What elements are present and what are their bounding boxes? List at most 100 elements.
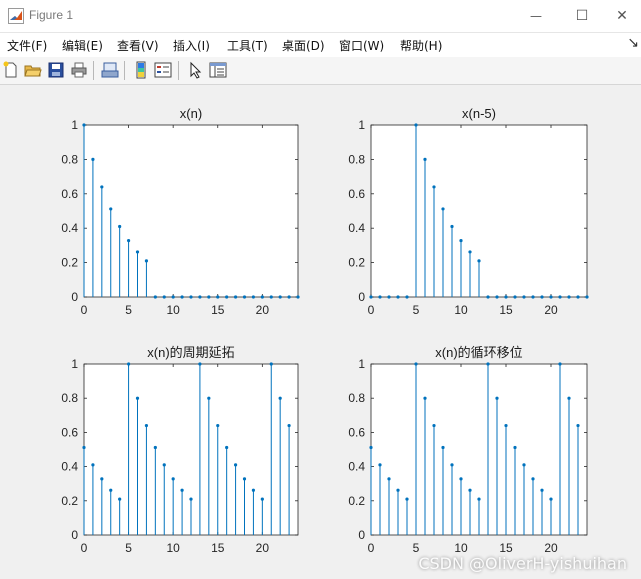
axes-4[interactable]: x(n)的循环移位 0 5 10 15 20 0 0.2 0.4 0.6 0.8 1 xyxy=(348,345,588,555)
stem-marker xyxy=(296,295,300,299)
stem-marker xyxy=(198,295,202,299)
menu-insert[interactable]: 插入(I) xyxy=(173,37,210,54)
stem-marker xyxy=(278,295,282,299)
x-tick-label: 10 xyxy=(166,303,180,317)
pointer-icon[interactable] xyxy=(187,61,205,79)
stem-marker xyxy=(504,423,508,428)
stem-marker xyxy=(423,157,427,161)
stem-marker xyxy=(287,295,291,299)
stem-marker xyxy=(477,259,481,263)
stem-marker xyxy=(135,396,140,400)
stem-marker xyxy=(260,497,264,501)
stem-marker xyxy=(513,295,517,299)
menu-edit[interactable]: 编辑(E) xyxy=(62,37,103,54)
stem-marker xyxy=(540,488,544,492)
stem-marker xyxy=(251,295,256,299)
menu-help[interactable]: 帮助(H) xyxy=(400,37,442,54)
stem-marker xyxy=(414,362,418,366)
stem-marker xyxy=(495,396,499,400)
stem-marker xyxy=(405,295,409,299)
stem-marker xyxy=(459,477,463,481)
stem-marker xyxy=(216,423,220,428)
legend-icon[interactable] xyxy=(154,61,172,79)
menu-file[interactable]: 文件(F) xyxy=(7,37,47,54)
matlab-logo-icon xyxy=(8,8,24,24)
axes-title: x(n)的周期延拓 xyxy=(147,345,234,360)
y-tick-label: 0.4 xyxy=(61,221,78,235)
stem-marker xyxy=(91,463,95,467)
y-tick-label: 1 xyxy=(358,357,365,371)
stem-marker xyxy=(260,295,264,299)
axes-1[interactable]: x(n) 0 5 10 15 20 0 0.2 0.4 0.6 0.8 1 xyxy=(61,106,300,317)
axes-2[interactable]: x(n-5) 0 5 10 15 20 0 0.2 0.4 0.6 0.8 1 xyxy=(348,106,589,317)
stem-marker xyxy=(513,445,517,450)
y-tick-label: 0.6 xyxy=(61,187,78,201)
axes-3[interactable]: x(n)的周期延拓 0 5 10 15 20 0 0.2 0.4 0.6 0.8 1 xyxy=(61,345,299,555)
stem-marker xyxy=(109,207,113,211)
stem-marker xyxy=(567,396,571,400)
x-tick-label: 15 xyxy=(499,303,513,317)
window-title: Figure 1 xyxy=(29,8,74,22)
x-tick-label: 20 xyxy=(256,303,270,317)
menu-tools[interactable]: 工具(T) xyxy=(227,37,268,54)
stem-marker xyxy=(82,445,86,450)
stem-marker xyxy=(522,463,526,467)
open-file-icon[interactable] xyxy=(24,61,42,79)
toolbar xyxy=(0,57,641,85)
y-tick-label: 0.8 xyxy=(61,391,78,405)
axes-title: x(n)的循环移位 xyxy=(435,345,522,360)
y-tick-label: 0.2 xyxy=(348,494,365,508)
stem-marker xyxy=(585,295,589,299)
stem-marker xyxy=(441,207,445,211)
stem-marker xyxy=(162,295,166,299)
stem-marker xyxy=(144,259,149,263)
stem-marker xyxy=(198,362,202,366)
stem-marker xyxy=(396,488,400,492)
y-tick-label: 0.8 xyxy=(348,391,365,405)
y-tick-label: 0 xyxy=(358,528,365,542)
stem-marker xyxy=(378,295,382,299)
axes-title: x(n) xyxy=(180,106,202,121)
x-tick-label: 0 xyxy=(368,303,375,317)
figure-canvas[interactable]: x(n) 0 5 10 15 20 0 0.2 0.4 0.6 0.8 1 x(n-5) 0 5 10 15 20… xyxy=(0,85,641,579)
stem-marker xyxy=(477,497,481,501)
stem-marker xyxy=(450,463,454,467)
stem-marker xyxy=(396,295,400,299)
stem-marker xyxy=(387,477,391,481)
axes-title: x(n-5) xyxy=(462,106,496,121)
stem-marker xyxy=(540,295,544,299)
print-preview-icon[interactable] xyxy=(101,61,119,79)
stem-marker xyxy=(369,295,373,299)
menu-overflow-icon[interactable]: ↘ xyxy=(627,35,639,51)
title-bar: Figure 1 — ☐ ✕ xyxy=(0,0,641,33)
colorbar-icon[interactable] xyxy=(132,61,150,79)
menu-window[interactable]: 窗口(W) xyxy=(339,37,384,54)
maximize-icon: ☐ xyxy=(575,8,589,24)
stem-marker xyxy=(233,295,238,299)
stem-marker xyxy=(378,463,382,467)
new-figure-icon[interactable] xyxy=(2,61,20,79)
minimize-button[interactable]: — xyxy=(513,0,559,32)
x-tick-label: 5 xyxy=(125,541,132,555)
stem-marker xyxy=(405,497,409,501)
stem-marker xyxy=(269,362,273,366)
save-icon[interactable] xyxy=(47,61,65,79)
y-tick-label: 1 xyxy=(71,118,78,132)
stem-marker xyxy=(135,250,140,254)
stem-marker xyxy=(162,463,166,467)
menu-view[interactable]: 查看(V) xyxy=(117,37,159,54)
axes-box xyxy=(83,124,299,298)
close-button[interactable]: ✕ xyxy=(599,0,641,32)
stem-marker xyxy=(109,488,113,492)
property-inspector-icon[interactable] xyxy=(209,61,227,79)
y-tick-label: 0 xyxy=(358,290,365,304)
stem-marker xyxy=(216,295,220,299)
y-tick-label: 0.2 xyxy=(61,256,78,270)
stem-marker xyxy=(207,396,211,400)
stem-marker xyxy=(180,295,184,299)
print-icon[interactable] xyxy=(70,61,88,79)
menu-desktop[interactable]: 桌面(D) xyxy=(282,37,325,54)
stem-marker xyxy=(251,488,256,492)
stem-marker xyxy=(225,295,229,299)
x-tick-label: 15 xyxy=(211,541,225,555)
